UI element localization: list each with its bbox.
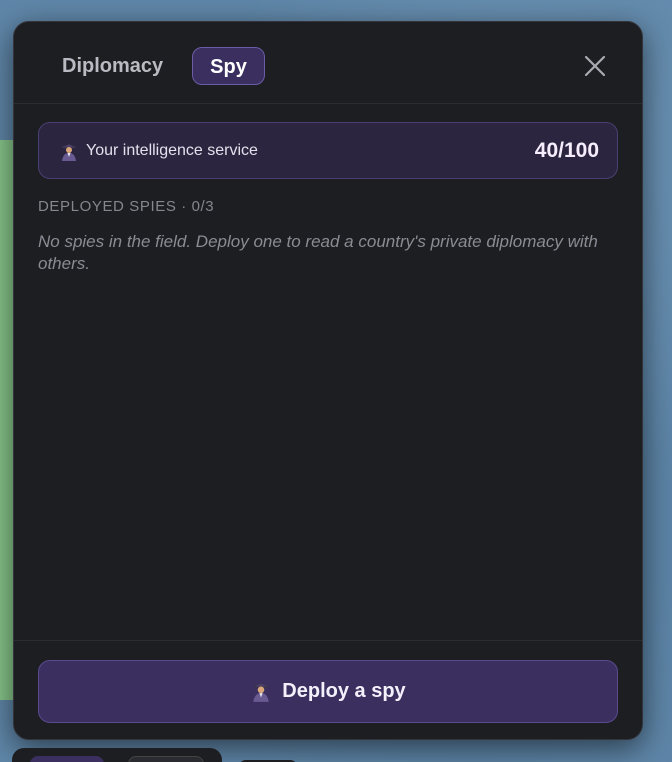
empty-state-message: No spies in the field. Deploy one to rea…	[38, 232, 598, 273]
toolbar-button-1[interactable]	[30, 756, 104, 762]
tab-diplomacy[interactable]: Diplomacy	[50, 47, 175, 85]
deployed-spies-title: DEPLOYED SPIES · 0/3	[38, 198, 215, 215]
deploy-spy-button[interactable]: Deploy a spy	[38, 660, 618, 723]
deploy-spy-label: Deploy a spy	[282, 680, 406, 702]
close-button[interactable]	[579, 50, 611, 82]
panel-footer: Deploy a spy	[14, 640, 642, 739]
intelligence-score: 40/100	[534, 139, 599, 162]
toolbar-button-2[interactable]	[128, 756, 204, 762]
spy-icon	[62, 144, 76, 161]
close-icon	[584, 55, 606, 77]
intelligence-service-label: Your intelligence service	[86, 142, 258, 159]
spy-icon	[253, 683, 269, 702]
panel-header: Diplomacy Spy	[14, 22, 642, 104]
tab-spy[interactable]: Spy	[192, 47, 265, 85]
diplomacy-spy-panel: Diplomacy Spy Your intelligence service …	[13, 21, 643, 740]
intelligence-service-card: Your intelligence service 40/100	[38, 122, 618, 179]
